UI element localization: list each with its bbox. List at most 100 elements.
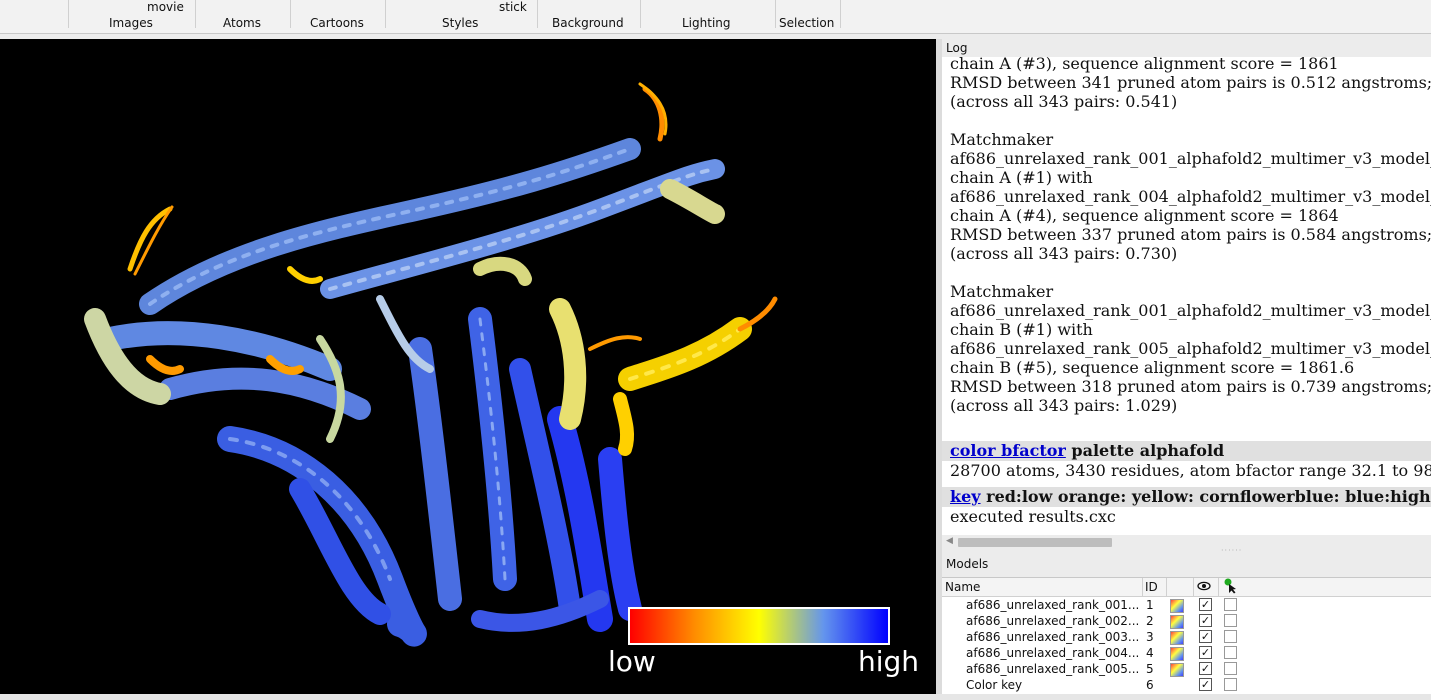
scroll-left-icon[interactable]: ◀ [946,536,953,546]
model-select-checkbox[interactable] [1224,614,1237,627]
model-shown-checkbox[interactable]: ✓ [1199,598,1212,611]
helix [408,337,462,611]
command-link-key[interactable]: key [950,487,981,506]
model-shown-checkbox[interactable]: ✓ [1199,614,1212,627]
column-separator [1218,578,1219,596]
column-header-name[interactable]: Name [945,580,980,594]
loop [287,266,323,284]
toolbar-label-lighting: Lighting [682,16,731,30]
helix [660,179,725,224]
column-header-id[interactable]: ID [1145,580,1158,594]
model-id: 4 [1146,646,1154,660]
model-row[interactable]: af686_unrelaxed_rank_001... 1 ✓ [942,597,1431,613]
model-row[interactable]: af686_unrelaxed_rank_004... 4 ✓ [942,645,1431,661]
model-color-swatch[interactable] [1170,599,1184,613]
model-id: 2 [1146,614,1154,628]
helix [471,590,609,632]
model-name: af686_unrelaxed_rank_003... [966,630,1140,644]
stick-button-label[interactable]: stick [499,0,527,14]
models-table[interactable]: Name ID af686_unrelaxed_rank_001... 1 ✓ … [942,577,1431,695]
column-separator [1193,578,1194,596]
log-horizontal-scrollbar[interactable]: ◀ [942,535,1431,549]
model-select-checkbox[interactable] [1224,630,1237,643]
toolbar-group-cartoons[interactable]: Cartoons [290,0,385,33]
toolbar-label-images: Images [109,16,153,30]
log-command-key: key red:low orange: yellow: cornflowerbl… [942,487,1431,507]
model-select-checkbox[interactable] [1224,646,1237,659]
log-line: RMSD between 318 pruned atom pairs is 0.… [950,377,1431,396]
model-row[interactable]: af686_unrelaxed_rank_005... 5 ✓ [942,661,1431,677]
command-text: red:low orange: yellow: cornflowerblue: … [980,487,1431,506]
model-name: Color key [966,678,1023,692]
toolbar-group-selection[interactable]: Selection [775,0,840,33]
log-line: RMSD between 337 pruned atom pairs is 0.… [950,225,1431,244]
status-strip [0,694,1431,700]
model-color-swatch[interactable] [1170,647,1184,661]
toolbar-group-lighting[interactable]: Lighting [640,0,775,33]
model-name: af686_unrelaxed_rank_002... [966,614,1140,628]
model-color-swatch[interactable] [1170,615,1184,629]
model-row[interactable]: af686_unrelaxed_rank_002... 2 ✓ [942,613,1431,629]
log-line: af686_unrelaxed_rank_001_alphafold2_mult… [950,149,1431,168]
toolbar-group-background[interactable]: Background [537,0,640,33]
log-line: af686_unrelaxed_rank_005_alphafold2_mult… [950,339,1431,358]
model-row[interactable]: Color key 6 ✓ [942,677,1431,693]
helix [618,317,752,391]
toolbar-group-images[interactable]: movie Images [68,0,195,33]
model-shown-checkbox[interactable]: ✓ [1199,662,1212,675]
log-line: (across all 343 pairs: 0.541) [950,92,1178,111]
models-table-header: Name ID [942,578,1431,597]
toolbar-label-selection: Selection [779,16,835,30]
helix [598,447,642,621]
log-line: chain A (#4), sequence alignment score =… [950,206,1339,225]
toolbar-group-atoms[interactable]: Atoms [195,0,290,33]
helix [473,256,532,286]
model-color-swatch[interactable] [1170,663,1184,677]
toolbar-label-styles: Styles [442,16,479,30]
loop [588,335,642,351]
eye-icon[interactable] [1197,579,1211,596]
helix [98,321,342,381]
log-panel[interactable]: chain A (#3), sequence alignment score =… [942,57,1431,535]
log-line: executed results.cxc [950,507,1116,526]
toolbar-group-styles[interactable]: stick Styles [385,0,537,33]
color-key-bar[interactable] [628,607,890,645]
model-select-checkbox[interactable] [1224,598,1237,611]
model-shown-checkbox[interactable]: ✓ [1199,646,1212,659]
log-line: (across all 343 pairs: 0.730) [950,244,1178,263]
command-text: palette alphafold [1065,441,1225,460]
log-line: chain A (#3), sequence alignment score =… [950,57,1339,73]
log-line: chain B (#1) with [950,320,1093,339]
scrollbar-thumb[interactable] [958,538,1112,547]
model-row[interactable]: af686_unrelaxed_rank_003... 3 ✓ [942,629,1431,645]
resize-grip-icon[interactable]: ······ [1221,546,1242,555]
model-id: 3 [1146,630,1154,644]
log-panel-title: Log [946,41,968,55]
model-name: af686_unrelaxed_rank_004... [966,646,1140,660]
log-line: chain B (#5), sequence alignment score =… [950,358,1355,377]
log-line: Matchmaker [950,282,1054,301]
log-line: af686_unrelaxed_rank_004_alphafold2_mult… [950,187,1431,206]
command-link-color-bfactor[interactable]: color bfactor [950,441,1066,460]
toolbar-separator [840,0,841,28]
model-select-checkbox[interactable] [1224,662,1237,675]
toolbar-label-background: Background [552,16,624,30]
model-id: 6 [1146,678,1154,692]
model-shown-checkbox[interactable]: ✓ [1199,630,1212,643]
toolbar: movie Images Atoms Cartoons stick Styles… [0,0,1431,34]
loop [146,355,184,375]
color-key-low-label: low [608,645,656,678]
movie-button-label[interactable]: movie [147,0,184,14]
model-color-swatch[interactable] [1170,631,1184,645]
log-line: (across all 343 pairs: 1.029) [950,396,1178,415]
color-key-high-label: high [858,645,920,678]
model-select-checkbox[interactable] [1224,678,1237,691]
select-pointer-icon[interactable] [1223,578,1237,597]
graphics-viewport[interactable]: low high [0,39,936,694]
column-separator [1142,578,1143,596]
log-line: chain A (#1) with [950,168,1093,187]
log-line: RMSD between 341 pruned atom pairs is 0.… [950,73,1431,92]
helix [468,307,517,591]
log-line: 28700 atoms, 3430 residues, atom bfactor… [950,461,1431,480]
model-shown-checkbox[interactable]: ✓ [1199,678,1212,691]
